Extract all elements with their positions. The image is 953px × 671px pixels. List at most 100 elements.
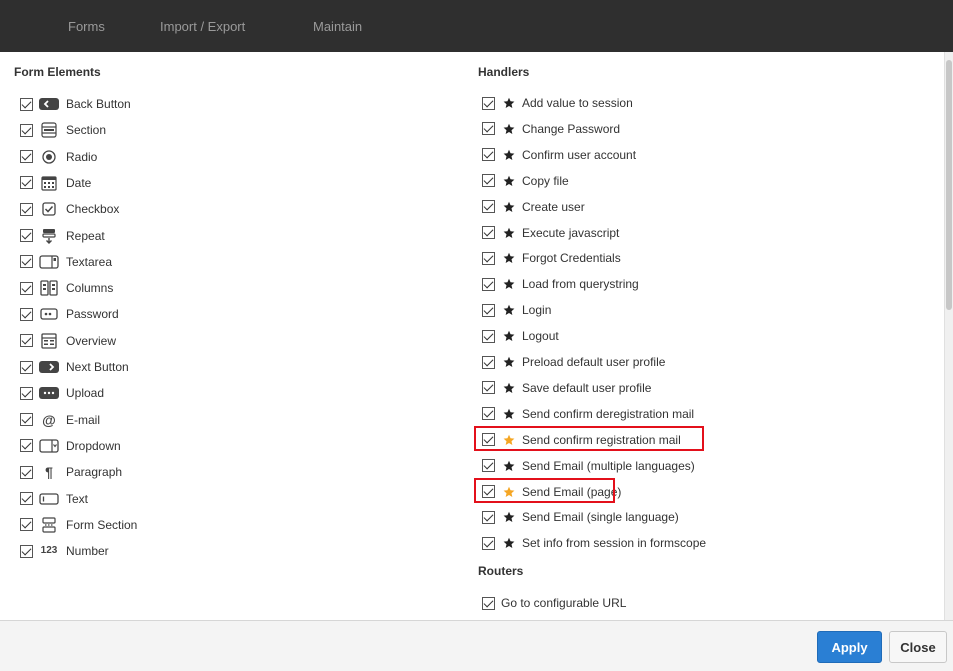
handler-checkbox[interactable] bbox=[482, 251, 495, 265]
handler-label: Copy file bbox=[522, 173, 569, 188]
router-checkbox[interactable] bbox=[482, 596, 495, 610]
scrollbar-thumb[interactable] bbox=[946, 60, 952, 310]
form-element-dropdown[interactable]: Dropdown bbox=[20, 436, 121, 456]
star-icon bbox=[503, 511, 515, 523]
vertical-scrollbar[interactable] bbox=[944, 52, 953, 620]
handlers-heading: Handlers bbox=[478, 65, 530, 79]
handler-checkbox[interactable] bbox=[482, 96, 495, 110]
form-element-password[interactable]: Password bbox=[20, 304, 119, 324]
handler-login[interactable]: Login bbox=[482, 300, 551, 320]
form-element-next-button[interactable]: Next Button bbox=[20, 357, 129, 377]
handler-checkbox[interactable] bbox=[482, 174, 495, 188]
form-element-section[interactable]: Section bbox=[20, 120, 106, 140]
handler-set-info-from-session-in-formscope[interactable]: Set info from session in formscope bbox=[482, 533, 706, 553]
handler-checkbox[interactable] bbox=[482, 226, 495, 239]
handler-checkbox[interactable] bbox=[482, 381, 495, 395]
password-icon bbox=[38, 306, 60, 322]
form-element-checkbox[interactable] bbox=[20, 255, 33, 269]
apply-button[interactable]: Apply bbox=[817, 631, 882, 663]
tab-forms[interactable]: Forms bbox=[68, 19, 105, 34]
form-element-checkbox[interactable] bbox=[20, 334, 33, 348]
handler-checkbox[interactable] bbox=[482, 277, 495, 291]
form-element-overview[interactable]: Overview bbox=[20, 331, 116, 351]
star-icon bbox=[503, 201, 515, 213]
handler-copy-file[interactable]: Copy file bbox=[482, 171, 569, 191]
handler-load-from-querystring[interactable]: Load from querystring bbox=[482, 274, 639, 294]
form-element-text[interactable]: Text bbox=[20, 489, 88, 509]
form-element-paragraph[interactable]: ¶ Paragraph bbox=[20, 462, 122, 482]
handler-checkbox[interactable] bbox=[482, 459, 495, 473]
form-element-upload[interactable]: Upload bbox=[20, 383, 104, 403]
form-element-checkbox[interactable] bbox=[20, 97, 33, 111]
handler-checkbox[interactable] bbox=[482, 148, 495, 162]
form-element-radio[interactable]: Radio bbox=[20, 147, 97, 167]
handler-preload-default-user-profile[interactable]: Preload default user profile bbox=[482, 352, 665, 372]
form-element-back-button[interactable]: Back Button bbox=[20, 94, 131, 114]
form-element-date[interactable]: Date bbox=[20, 173, 91, 193]
form-element-label: Paragraph bbox=[66, 465, 123, 480]
form-element-repeat[interactable]: Repeat bbox=[20, 226, 105, 246]
form-element-label: Back Button bbox=[66, 97, 131, 111]
handler-checkbox[interactable] bbox=[482, 536, 495, 550]
handler-send-email-single-language[interactable]: Send Email (single language) bbox=[482, 507, 679, 527]
handler-checkbox[interactable] bbox=[482, 303, 495, 317]
form-element-checkbox[interactable] bbox=[20, 176, 33, 190]
tab-maintain[interactable]: Maintain bbox=[313, 19, 362, 34]
columns-icon bbox=[38, 280, 60, 296]
form-element-label: Date bbox=[66, 175, 92, 190]
handler-confirm-user-account[interactable]: Confirm user account bbox=[482, 145, 636, 165]
form-element-e-mail[interactable]: @ E-mail bbox=[20, 410, 100, 430]
form-element-checkbox[interactable] bbox=[20, 307, 33, 321]
form-element-checkbox[interactable]: Checkbox bbox=[20, 199, 119, 219]
form-element-checkbox[interactable] bbox=[20, 544, 33, 558]
form-element-checkbox[interactable] bbox=[20, 413, 33, 427]
form-element-number[interactable]: 123 Number bbox=[20, 541, 109, 561]
form-elements-heading: Form Elements bbox=[14, 65, 101, 79]
router-go-to-configurable-url[interactable]: Go to configurable URL bbox=[482, 593, 626, 613]
handler-checkbox[interactable] bbox=[482, 122, 495, 136]
handler-send-confirm-deregistration-mail[interactable]: Send confirm deregistration mail bbox=[482, 404, 694, 424]
section-icon bbox=[38, 122, 60, 138]
next-button-icon bbox=[38, 359, 60, 375]
handler-checkbox[interactable] bbox=[482, 200, 495, 214]
top-navigation-bar: Forms Import / Export Maintain bbox=[0, 0, 953, 52]
form-element-label: Upload bbox=[66, 386, 105, 401]
elements-panel: Form Elements Back Button Section Radio Dat… bbox=[0, 52, 944, 620]
handler-checkbox[interactable] bbox=[482, 329, 495, 343]
form-element-checkbox[interactable] bbox=[20, 229, 33, 242]
handler-create-user[interactable]: Create user bbox=[482, 197, 585, 217]
form-element-textarea[interactable]: Textarea bbox=[20, 252, 112, 272]
form-element-checkbox[interactable] bbox=[20, 150, 33, 164]
handler-add-value-to-session[interactable]: Add value to session bbox=[482, 93, 633, 113]
handler-send-email-multiple-languages[interactable]: Send Email (multiple languages) bbox=[482, 456, 695, 476]
form-element-label: E-mail bbox=[66, 412, 101, 427]
form-section-icon bbox=[38, 517, 60, 533]
form-element-checkbox[interactable] bbox=[20, 439, 33, 453]
star-icon bbox=[503, 227, 515, 239]
form-element-checkbox[interactable] bbox=[20, 386, 33, 400]
form-element-checkbox[interactable] bbox=[20, 492, 33, 505]
handler-change-password[interactable]: Change Password bbox=[482, 119, 620, 139]
form-element-checkbox[interactable] bbox=[20, 202, 33, 216]
handler-label: Save default user profile bbox=[522, 380, 652, 395]
form-element-form-section[interactable]: Form Section bbox=[20, 515, 137, 535]
star-icon bbox=[503, 175, 515, 187]
tab-import-export[interactable]: Import / Export bbox=[160, 19, 245, 34]
handler-logout[interactable]: Logout bbox=[482, 326, 559, 346]
form-element-label: Next Button bbox=[66, 360, 129, 374]
form-element-checkbox[interactable] bbox=[20, 360, 33, 374]
handler-execute-javascript[interactable]: Execute javascript bbox=[482, 223, 619, 243]
form-element-checkbox[interactable] bbox=[20, 123, 33, 137]
form-element-checkbox[interactable] bbox=[20, 518, 33, 532]
form-element-columns[interactable]: Columns bbox=[20, 278, 113, 298]
form-element-checkbox[interactable] bbox=[20, 281, 33, 295]
handler-checkbox[interactable] bbox=[482, 407, 495, 421]
form-element-checkbox[interactable] bbox=[20, 465, 33, 479]
close-button[interactable]: Close bbox=[889, 631, 947, 663]
handler-checkbox[interactable] bbox=[482, 510, 495, 524]
router-label: Go to configurable URL bbox=[501, 596, 627, 610]
handler-save-default-user-profile[interactable]: Save default user profile bbox=[482, 378, 651, 398]
handler-checkbox[interactable] bbox=[482, 355, 495, 369]
form-element-label: Dropdown bbox=[66, 438, 121, 453]
handler-forgot-credentials[interactable]: Forgot Credentials bbox=[482, 248, 621, 268]
